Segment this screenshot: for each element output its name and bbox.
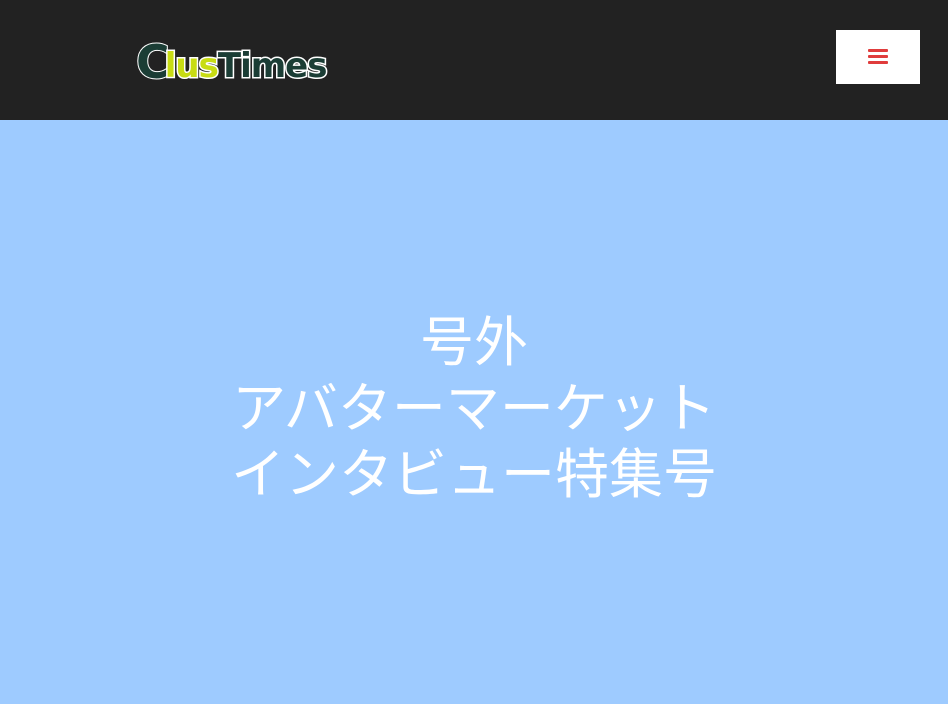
clustimes-logo[interactable]: C lus Times [135,34,329,90]
hero-title-line-3: インタビュー特集号 [231,443,717,506]
logo-text-lus: lus [163,46,220,86]
hero-title-line-2: アバターマーケット [232,377,716,440]
hamburger-menu-icon [868,49,888,65]
hero-title: 号外 アバターマーケット インタビュー特集号 [0,310,948,508]
logo-text-times: Times [216,46,329,86]
hero-title-line-1: 号外 [420,311,528,374]
menu-button[interactable] [836,30,920,84]
hero-banner: 号外 アバターマーケット インタビュー特集号 [0,120,948,704]
site-header: C lus Times [0,0,948,120]
